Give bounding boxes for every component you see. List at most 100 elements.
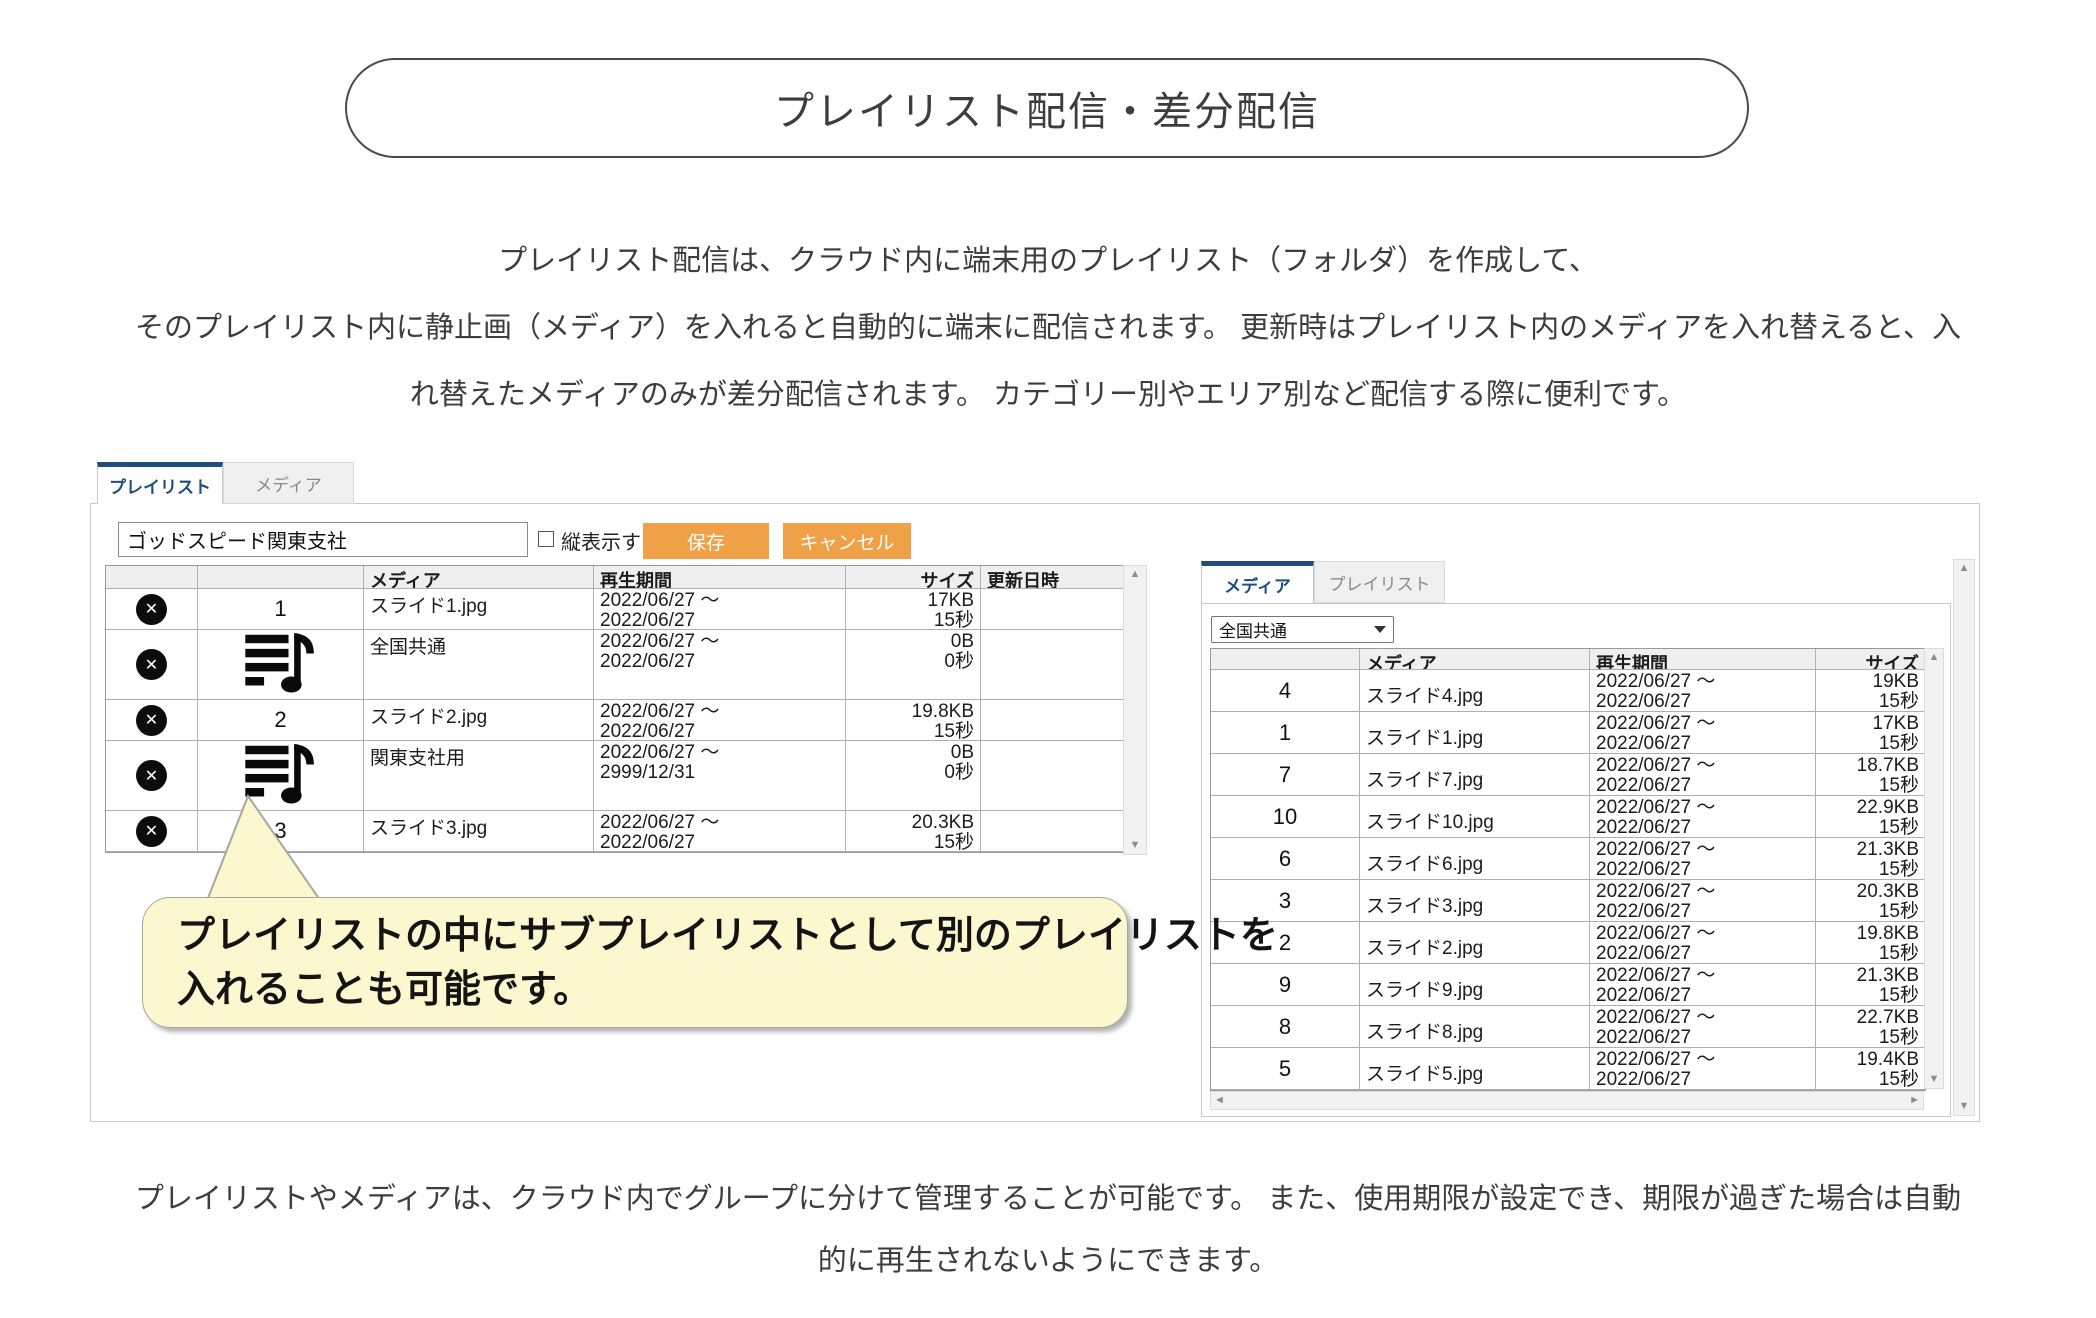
size-duration: 15秒 (1822, 944, 1919, 963)
media-name: スライド2.jpg (1366, 933, 1583, 960)
scroll-right-icon[interactable]: ► (1906, 1092, 1923, 1109)
cancel-button[interactable]: キャンセル (783, 523, 911, 559)
table-row: 7スライド7.jpg2022/06/27 ～2022/06/2718.7KB15… (1211, 754, 1925, 796)
order-cell: 8 (1211, 1006, 1360, 1047)
tab-playlist-right[interactable]: プレイリスト (1314, 561, 1445, 603)
header-cell-size: サイズ (1816, 649, 1925, 669)
scroll-up-icon[interactable]: ▲ (1926, 649, 1943, 666)
period-cell: 2022/06/27 ～2022/06/27 (1590, 796, 1816, 837)
group-select-value: 全国共通 (1219, 617, 1287, 642)
order-number: 1 (274, 596, 286, 622)
tab-media-right[interactable]: メディア (1201, 561, 1314, 603)
remove-x-icon[interactable]: ✕ (136, 649, 167, 680)
order-number: 9 (1279, 972, 1291, 998)
media-name-cell: スライド5.jpg (1360, 1048, 1590, 1089)
header-cell (1211, 649, 1360, 669)
media-panel-scrollbar[interactable]: ▲ ▼ (1953, 559, 1975, 1116)
period-cell: 2022/06/27 ～2022/06/27 (1590, 754, 1816, 795)
playlist-table-scrollbar[interactable]: ▲ ▼ (1123, 565, 1147, 855)
size-duration: 0秒 (852, 763, 974, 783)
period-cell: 2022/06/27 ～2022/06/27 (594, 630, 846, 699)
table-row: 9スライド9.jpg2022/06/27 ～2022/06/2721.3KB15… (1211, 964, 1925, 1006)
table-row: 8スライド8.jpg2022/06/27 ～2022/06/2722.7KB15… (1211, 1006, 1925, 1048)
playlist-table-header: メディア 再生期間 サイズ 更新日時 (106, 566, 1124, 589)
period-end: 2022/06/27 (1596, 734, 1809, 753)
scroll-up-icon[interactable]: ▲ (1956, 560, 1973, 577)
group-select[interactable]: 全国共通 (1211, 616, 1394, 643)
remove-x-icon[interactable]: ✕ (136, 594, 167, 625)
period-end: 2022/06/27 (600, 833, 839, 851)
size-duration: 15秒 (1822, 818, 1919, 837)
media-name: スライド9.jpg (1366, 975, 1583, 1002)
scroll-up-icon[interactable]: ▲ (1127, 566, 1144, 583)
size-cell: 0B0秒 (846, 630, 981, 699)
size-cell: 20.3KB15秒 (1816, 880, 1925, 921)
period-start: 2022/06/27 ～ (1596, 840, 1809, 860)
header-cell-media: メディア (364, 566, 594, 588)
header-cell-period: 再生期間 (594, 566, 846, 588)
media-name: スライド6.jpg (1366, 849, 1583, 876)
scroll-left-icon[interactable]: ◄ (1211, 1092, 1228, 1109)
period-end: 2022/06/27 (1596, 860, 1809, 879)
vertical-display-checkbox[interactable] (538, 531, 554, 547)
screenshot-panel: プレイリスト メディア 縦表示する 保存 キャンセル メディア 再生期間 サイズ… (90, 503, 1980, 1122)
period-cell: 2022/06/27 ～2022/06/27 (594, 589, 846, 629)
header-cell-media: メディア (1360, 649, 1590, 669)
remove-x-icon[interactable]: ✕ (136, 705, 167, 736)
media-name-cell: スライド1.jpg (364, 589, 594, 629)
order-cell: 1 (1211, 712, 1360, 753)
intro-line: そのプレイリスト内に静止画（メディア）を入れると自動的に端末に配信されます。 更… (0, 295, 2096, 362)
media-table-vscrollbar[interactable]: ▲ ▼ (1924, 648, 1944, 1089)
tab-playlist-left[interactable]: プレイリスト (97, 462, 223, 504)
page-title-pill: プレイリスト配信・差分配信 (345, 58, 1749, 158)
size-duration: 15秒 (1822, 776, 1919, 795)
table-row: ✕全国共通2022/06/27 ～2022/06/270B0秒 (106, 630, 1124, 700)
remove-cell: ✕ (106, 741, 198, 810)
size-bytes: 19KB (1822, 672, 1919, 692)
scroll-down-icon[interactable]: ▼ (1956, 1098, 1973, 1115)
size-cell: 19.4KB15秒 (1816, 1048, 1925, 1089)
size-duration: 15秒 (852, 833, 974, 851)
order-number: 5 (1279, 1056, 1291, 1082)
save-button[interactable]: 保存 (643, 523, 769, 559)
tab-label: プレイリスト (109, 473, 211, 498)
remove-x-icon[interactable]: ✕ (136, 760, 167, 791)
media-name: スライド7.jpg (1366, 765, 1583, 792)
table-row: 4スライド4.jpg2022/06/27 ～2022/06/2719KB15秒 (1211, 670, 1925, 712)
chevron-down-icon (1374, 626, 1386, 633)
size-duration: 15秒 (1822, 692, 1919, 711)
period-start: 2022/06/27 ～ (1596, 756, 1809, 776)
playlist-name-input[interactable] (118, 522, 528, 557)
period-cell: 2022/06/27 ～2022/06/27 (1590, 880, 1816, 921)
media-panel: 全国共通 メディア 再生期間 サイズ 4スライド4.jpg2022/06/27 … (1201, 603, 1951, 1117)
intro-line: プレイリスト配信は、クラウド内に端末用のプレイリスト（フォルダ）を作成して、 (0, 228, 2096, 295)
footer-line: 的に再生されないようにできます。 (0, 1230, 2096, 1292)
tab-label: メディア (255, 471, 322, 496)
remove-x-icon[interactable]: ✕ (136, 816, 167, 847)
table-row: 5 スライド5.jpg2022/06/27 ～2022/06/2719.4KB15… (1211, 1048, 1925, 1090)
size-bytes: 20.3KB (852, 813, 974, 833)
scroll-down-icon[interactable]: ▼ (1926, 1071, 1943, 1088)
updated-cell (981, 741, 1124, 810)
period-cell: 2022/06/27 ～2022/06/27 (1590, 838, 1816, 879)
intro-line: れ替えたメディアのみが差分配信されます。 カテゴリー別やエリア別など配信する際に… (0, 362, 2096, 429)
period-cell: 2022/06/27 ～2022/06/27 (1590, 1048, 1816, 1089)
order-number: 1 (1279, 720, 1291, 746)
playlist-icon-holder (245, 631, 317, 699)
order-cell: 1 (198, 589, 364, 629)
period-end: 2022/06/27 (1596, 944, 1809, 963)
scroll-down-icon[interactable]: ▼ (1127, 837, 1144, 854)
tab-media-left[interactable]: メディア (223, 462, 354, 504)
order-cell: 10 (1211, 796, 1360, 837)
size-bytes: 18.7KB (1822, 756, 1919, 776)
size-cell: 22.9KB15秒 (1816, 796, 1925, 837)
size-cell: 19KB15秒 (1816, 670, 1925, 711)
period-start: 2022/06/27 ～ (1596, 966, 1809, 986)
media-table-hscrollbar[interactable]: ◄ ► (1210, 1091, 1924, 1110)
period-end: 2022/06/27 (1596, 818, 1809, 837)
table-row: 3スライド3.jpg2022/06/27 ～2022/06/2720.3KB15… (1211, 880, 1925, 922)
size-duration: 15秒 (1822, 986, 1919, 1005)
remove-cell: ✕ (106, 589, 198, 629)
size-duration: 15秒 (1822, 860, 1919, 879)
size-cell: 18.7KB15秒 (1816, 754, 1925, 795)
